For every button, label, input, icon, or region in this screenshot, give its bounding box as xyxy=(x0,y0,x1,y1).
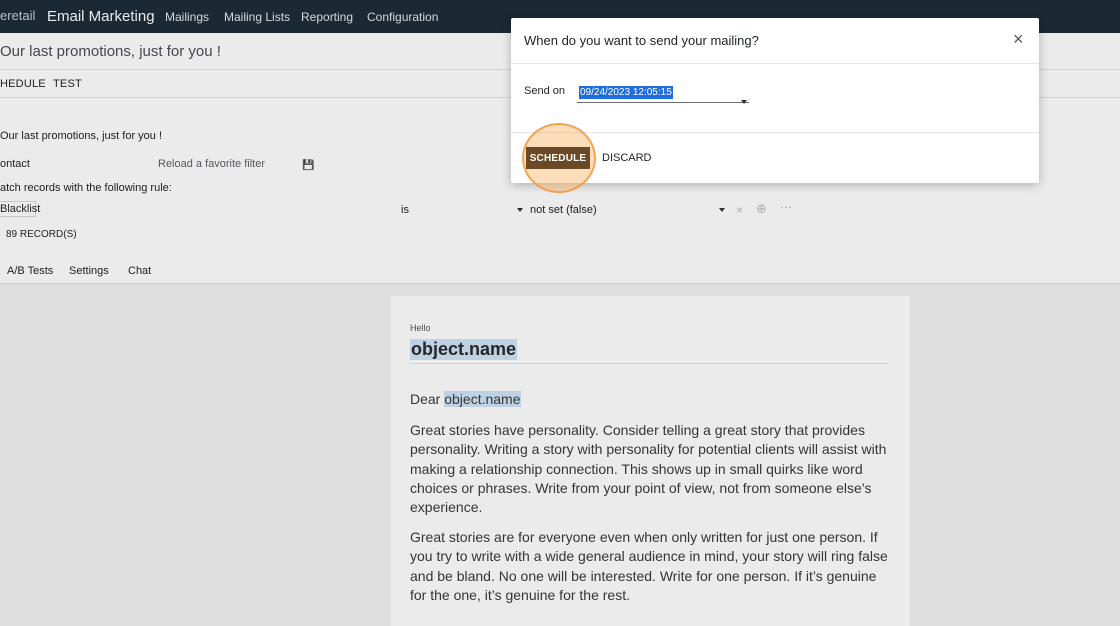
schedule-button[interactable]: SCHEDULE xyxy=(526,147,590,169)
close-icon[interactable]: × xyxy=(1013,30,1024,48)
dialog-footer-divider xyxy=(511,132,1039,133)
send-on-label: Send on xyxy=(524,85,565,97)
dialog-title: When do you want to send your mailing? xyxy=(524,33,759,48)
discard-button[interactable]: DISCARD xyxy=(602,152,652,164)
dialog-header-divider xyxy=(511,63,1039,64)
send-date-input[interactable]: 09/24/2023 12:05:15 xyxy=(577,85,749,104)
chevron-down-icon[interactable] xyxy=(741,93,747,111)
send-date-value[interactable]: 09/24/2023 12:05:15 xyxy=(579,86,673,99)
